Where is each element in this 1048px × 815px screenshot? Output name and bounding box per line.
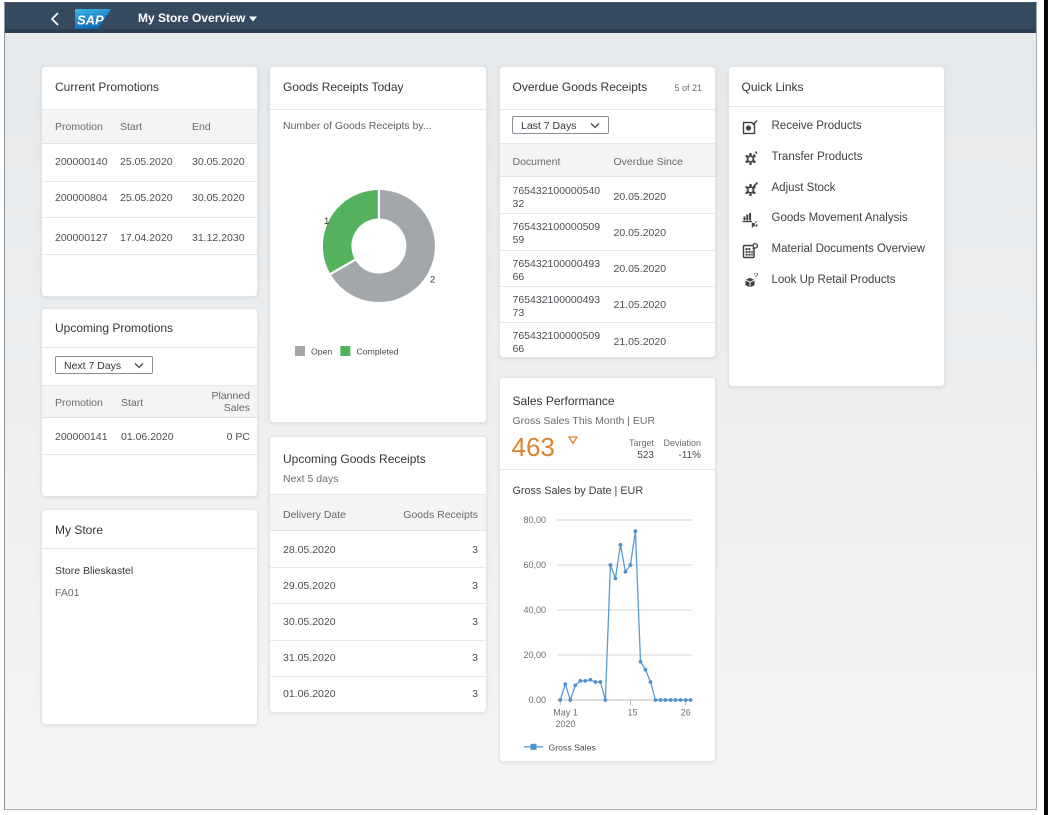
svg-text:26: 26 — [680, 708, 690, 718]
svg-text:SAP: SAP — [77, 13, 104, 28]
svg-text:Completed: Completed — [357, 347, 399, 357]
svg-text:80,00: 80,00 — [523, 515, 546, 525]
svg-text:40,00: 40,00 — [523, 605, 546, 615]
svg-text:20,00: 20,00 — [523, 650, 546, 660]
svg-text:60,00: 60,00 — [523, 560, 546, 570]
svg-text:?: ? — [753, 273, 758, 281]
svg-text:2: 2 — [430, 275, 435, 286]
svg-text:0.00: 0.00 — [528, 695, 546, 705]
svg-text:15: 15 — [627, 708, 637, 718]
svg-text:1: 1 — [324, 216, 329, 227]
svg-text:Gross Sales: Gross Sales — [548, 743, 596, 753]
svg-text:2020: 2020 — [555, 719, 575, 729]
svg-text:May 1: May 1 — [553, 708, 578, 718]
svg-text:Open: Open — [311, 347, 332, 357]
